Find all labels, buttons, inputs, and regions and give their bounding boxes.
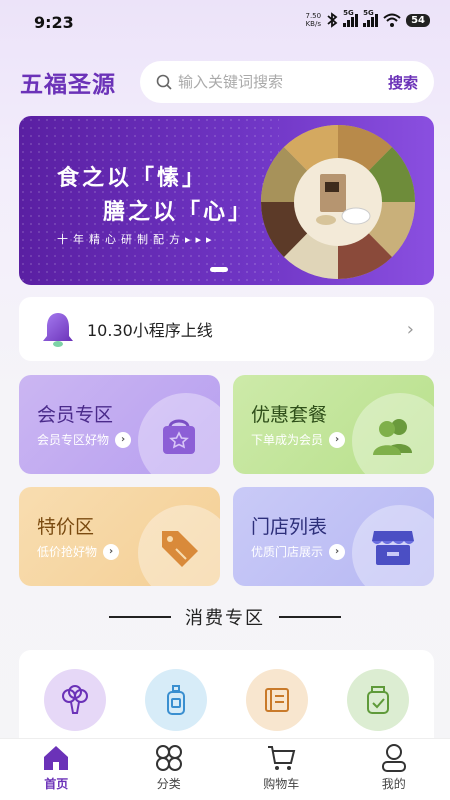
tab-cart[interactable]: 购物车 bbox=[225, 739, 338, 800]
signal-icon-1: 5G bbox=[343, 9, 359, 27]
divider bbox=[279, 616, 341, 618]
member-zone-card[interactable]: 会员专区 会员专区好物 › bbox=[19, 375, 220, 474]
banner-subtitle: 十年精心研制配方▸▸▸ bbox=[57, 233, 217, 246]
status-bar: 9:23 7.50 KB/s 5G 5G 54 bbox=[0, 0, 450, 44]
chevron-right-icon: › bbox=[329, 543, 346, 560]
price-tag-icon bbox=[162, 531, 198, 567]
status-time: 9:23 bbox=[34, 13, 74, 32]
jar-icon bbox=[367, 686, 389, 714]
wifi-icon bbox=[383, 13, 401, 27]
category-item[interactable] bbox=[44, 669, 106, 731]
tab-profile[interactable]: 我的 bbox=[338, 739, 450, 800]
category-item[interactable] bbox=[145, 669, 207, 731]
battery-indicator: 54 bbox=[406, 13, 430, 27]
promo-banner[interactable]: 食之以「愫」 膳之以「心」 十年精心研制配方▸▸▸ bbox=[19, 116, 434, 285]
bottle-icon bbox=[167, 685, 185, 715]
header: 五福圣源 搜索 bbox=[20, 60, 434, 104]
announcement-text: 10.30小程序上线 bbox=[87, 321, 213, 340]
search-bar[interactable]: 搜索 bbox=[140, 61, 434, 103]
profile-icon bbox=[381, 744, 406, 772]
section-header: 消费专区 bbox=[0, 604, 450, 630]
shopping-bag-star-icon bbox=[163, 419, 195, 454]
card-subtitle: 优质门店展示 › bbox=[251, 543, 346, 560]
chevron-right-icon: › bbox=[406, 318, 414, 340]
card-subtitle: 下单成为会员 › bbox=[251, 431, 346, 448]
store-list-card[interactable]: 门店列表 优质门店展示 › bbox=[233, 487, 434, 586]
chevron-right-icon: › bbox=[115, 431, 132, 448]
discount-package-card[interactable]: 优惠套餐 下单成为会员 › bbox=[233, 375, 434, 474]
chevron-right-icon: › bbox=[103, 543, 120, 560]
card-title: 优惠套餐 bbox=[251, 404, 328, 426]
tab-category[interactable]: 分类 bbox=[113, 739, 226, 800]
category-item[interactable] bbox=[347, 669, 409, 731]
search-button[interactable]: 搜索 bbox=[388, 72, 418, 93]
grain-wheel-illustration bbox=[260, 124, 416, 280]
signal-icon-2: 5G bbox=[363, 9, 379, 27]
card-title: 会员专区 bbox=[37, 404, 114, 426]
network-speed: 7.50 KB/s bbox=[305, 12, 322, 28]
bottom-tab-bar: 首页 分类 购物车 我的 bbox=[0, 738, 450, 800]
cart-icon bbox=[268, 746, 296, 770]
broccoli-icon bbox=[62, 685, 88, 714]
chevron-right-icon: › bbox=[329, 431, 346, 448]
store-icon bbox=[372, 531, 414, 565]
section-title: 消费专区 bbox=[185, 608, 265, 629]
book-icon bbox=[265, 688, 289, 712]
tab-label: 我的 bbox=[381, 777, 406, 791]
banner-headline-1: 食之以「愫」 bbox=[57, 166, 208, 191]
carousel-indicator[interactable] bbox=[210, 267, 228, 272]
tab-label: 购物车 bbox=[263, 777, 300, 791]
tab-label: 首页 bbox=[44, 777, 69, 791]
tab-home[interactable]: 首页 bbox=[0, 739, 113, 800]
search-icon bbox=[156, 74, 172, 90]
special-offer-card[interactable]: 特价区 低价抢好物 › bbox=[19, 487, 220, 586]
tab-label: 分类 bbox=[156, 777, 181, 791]
status-icons: 7.50 KB/s 5G 5G 54 bbox=[305, 9, 430, 28]
bluetooth-icon bbox=[327, 12, 338, 28]
brand-logo-text: 五福圣源 bbox=[20, 72, 116, 98]
card-subtitle: 会员专区好物 › bbox=[37, 431, 132, 448]
card-subtitle: 低价抢好物 › bbox=[37, 543, 120, 560]
bell-icon bbox=[43, 313, 73, 347]
announcement-bar[interactable]: 10.30小程序上线 › bbox=[19, 297, 434, 361]
home-icon bbox=[44, 746, 69, 770]
banner-headline-2: 膳之以「心」 bbox=[103, 200, 254, 225]
category-icon bbox=[155, 745, 182, 771]
category-item[interactable] bbox=[246, 669, 308, 731]
card-title: 门店列表 bbox=[251, 516, 328, 538]
card-title: 特价区 bbox=[37, 516, 95, 538]
users-icon bbox=[373, 419, 412, 455]
search-input[interactable] bbox=[178, 73, 388, 91]
divider bbox=[109, 616, 171, 618]
